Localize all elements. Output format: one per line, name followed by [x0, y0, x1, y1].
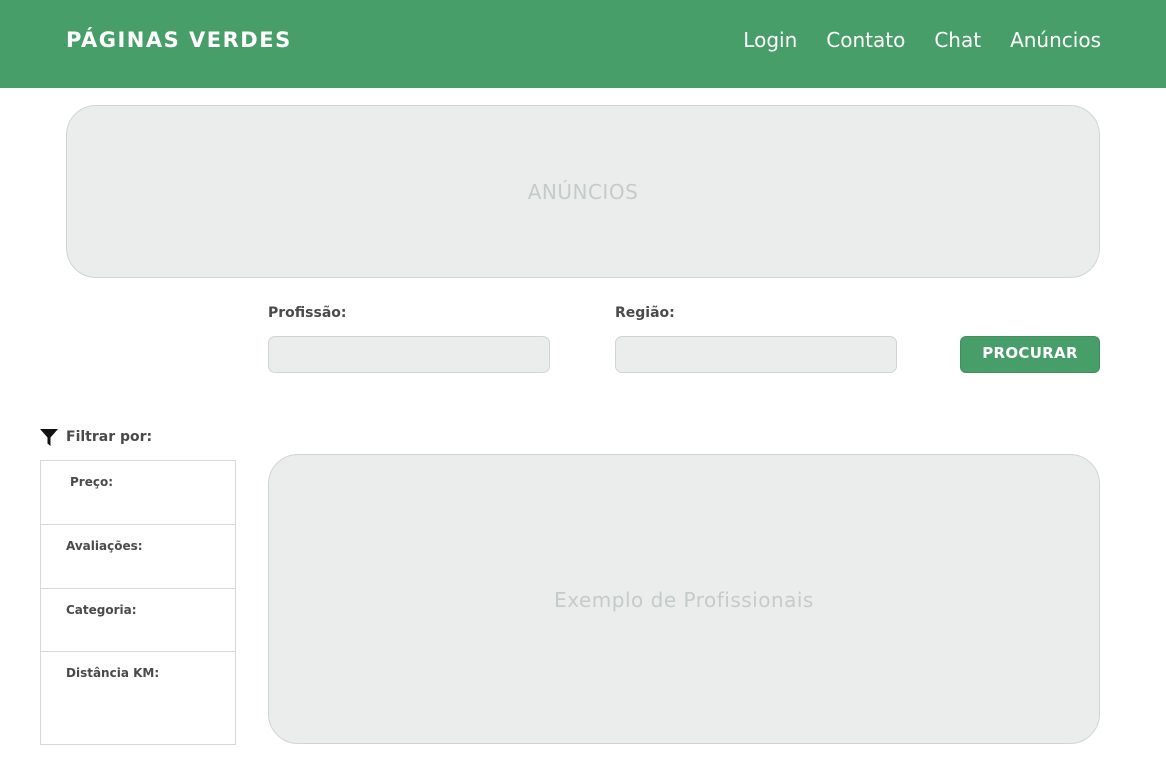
nav-link-anuncios[interactable]: Anúncios	[1010, 27, 1101, 53]
top-navbar: PÁGINAS VERDES Login Contato Chat Anúnci…	[0, 0, 1166, 88]
filter-title: Filtrar por:	[66, 429, 153, 445]
filter-panel: Preço: Avaliações: Categoria: Distância …	[40, 460, 236, 745]
nav-link-chat[interactable]: Chat	[934, 27, 981, 53]
region-input[interactable]	[615, 336, 897, 373]
nav-link-login[interactable]: Login	[743, 27, 797, 53]
filter-section-ratings[interactable]: Avaliações:	[41, 525, 235, 589]
nav-link-contato[interactable]: Contato	[826, 27, 905, 53]
profession-input[interactable]	[268, 336, 550, 373]
filter-label-price: Preço:	[70, 475, 114, 489]
nav-menu: Login Contato Chat Anúncios	[743, 27, 1101, 53]
search-button[interactable]: PROCURAR	[960, 336, 1100, 373]
region-label: Região:	[615, 305, 675, 321]
results-placeholder-label: Exemplo de Profissionais	[554, 588, 814, 612]
profession-label: Profissão:	[268, 305, 347, 321]
results-panel[interactable]: Exemplo de Profissionais	[268, 454, 1100, 744]
filter-section-price[interactable]: Preço:	[41, 461, 235, 525]
filter-header: Filtrar por:	[39, 427, 152, 447]
filter-section-category[interactable]: Categoria:	[41, 589, 235, 652]
filter-label-category: Categoria:	[66, 603, 137, 617]
filter-label-ratings: Avaliações:	[66, 539, 143, 553]
filter-funnel-icon[interactable]	[39, 427, 59, 447]
brand-logo[interactable]: PÁGINAS VERDES	[66, 27, 292, 53]
filter-section-distance[interactable]: Distância KM:	[41, 652, 235, 744]
ads-banner[interactable]: ANÚNCIOS	[66, 105, 1100, 278]
ads-banner-label: ANÚNCIOS	[527, 179, 639, 204]
filter-label-distance: Distância KM:	[66, 666, 160, 680]
